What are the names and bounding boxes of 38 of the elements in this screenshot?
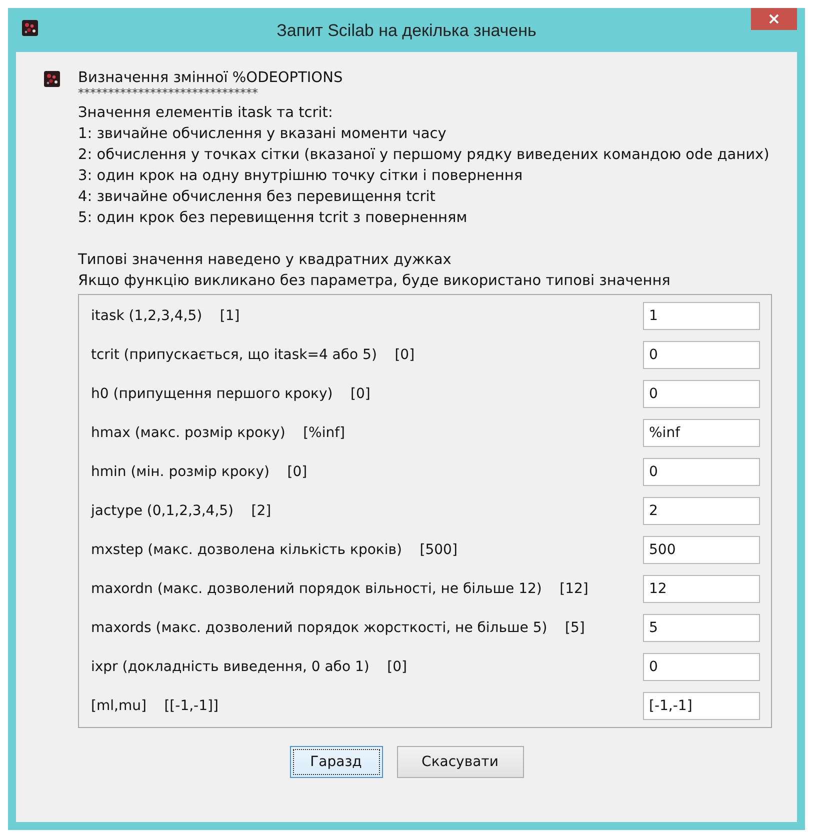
input-field[interactable]: 0: [643, 380, 760, 408]
field-label: hmin (мін. розмір кроку) [0]: [91, 464, 308, 480]
description-line: Значення елементів itask та tcrit:: [78, 104, 334, 123]
field-label: maxords (макс. дозволений порядок жорсткості, не більше 5) [5]: [91, 620, 585, 636]
field-label: itask (1,2,3,4,5) [1]: [91, 308, 240, 324]
field-label: hmax (макс. розмір кроку) [%inf]: [91, 425, 345, 441]
input-field[interactable]: 0: [643, 341, 760, 369]
description-line: 3: один крок на одну внутрішню точку сітки і повернення: [78, 167, 524, 186]
input-field[interactable]: 0: [643, 653, 760, 681]
app-icon: [22, 20, 38, 36]
ok-button[interactable]: Гаразд: [290, 746, 382, 778]
input-field[interactable]: [-1,-1]: [643, 692, 760, 720]
note-line: Якщо функцію викликано без параметра, буде використано типові значення: [78, 272, 672, 291]
field-label: ixpr (докладність виведення, 0 або 1) [0]: [91, 659, 407, 675]
input-field[interactable]: 0: [643, 458, 760, 486]
input-field[interactable]: 1: [643, 302, 760, 330]
input-field[interactable]: 5: [643, 614, 760, 642]
description-line: 2: обчислення у точках сітки (вказаної у першому рядку виведених командою ode даних): [78, 146, 770, 165]
field-label: mxstep (макс. дозволена кількість кроків) [500]: [91, 542, 458, 558]
close-button[interactable]: ×: [751, 8, 797, 30]
app-icon: [44, 71, 60, 87]
description-line: 5: один крок без перевищення tcrit з поверненням: [78, 209, 468, 228]
field-label: maxordn (макс. дозволений порядок вільності, не більше 12) [12]: [91, 581, 588, 597]
header-text: Визначення змінної %ODEOPTIONS: [78, 69, 344, 88]
field-label: h0 (припущення першого кроку) [0]: [91, 386, 370, 402]
input-field[interactable]: %inf: [643, 419, 760, 447]
separator-text: ******************************: [78, 89, 259, 98]
cancel-button[interactable]: Скасувати: [396, 746, 524, 778]
note-line: Типові значення наведено у квадратних дужках: [78, 251, 452, 270]
description-line: 1: звичайне обчислення у вказані моменти часу: [78, 125, 448, 144]
field-label: [ml,mu] [[-1,-1]]: [91, 698, 218, 714]
input-field[interactable]: 12: [643, 575, 760, 603]
input-field[interactable]: 500: [643, 536, 760, 564]
input-field[interactable]: 2: [643, 497, 760, 525]
field-label: tcrit (припускається, що itask=4 або 5) [0]: [91, 347, 415, 363]
field-label: jactype (0,1,2,3,4,5) [2]: [91, 503, 272, 519]
description-line: 4: звичайне обчислення без перевищення tcrit: [78, 188, 436, 207]
window-title: Запит Scilab на декілька значень: [276, 20, 538, 41]
